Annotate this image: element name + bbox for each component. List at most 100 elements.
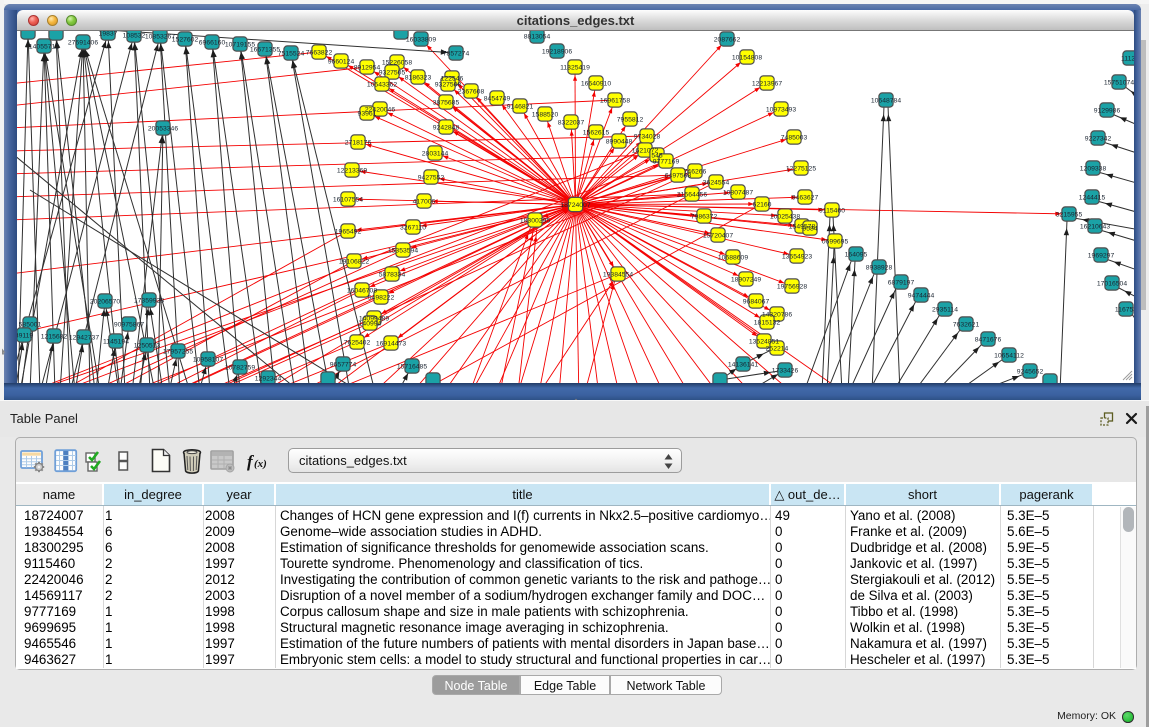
svg-text:1250513: 1250513 [134, 342, 161, 349]
svg-text:8471676: 8471676 [975, 336, 1002, 343]
svg-text:9129986: 9129986 [1094, 107, 1121, 114]
svg-text:10958107: 10958107 [193, 356, 223, 363]
svg-text:8813054: 8813054 [524, 33, 551, 40]
svg-text:39119: 39119 [17, 332, 33, 339]
svg-text:(x): (x) [254, 458, 267, 470]
svg-text:15716485: 15716485 [397, 363, 427, 370]
svg-text:2367608: 2367608 [458, 88, 485, 95]
svg-text:9327508: 9327508 [435, 81, 462, 88]
svg-text:3875685: 3875685 [433, 99, 460, 106]
svg-text:18300295: 18300295 [520, 217, 550, 224]
svg-text:417006: 417006 [413, 198, 436, 205]
svg-text:7515524: 7515524 [278, 50, 305, 57]
svg-text:1562615: 1562615 [583, 129, 610, 136]
svg-text:140994: 140994 [359, 320, 382, 327]
svg-text:746266: 746266 [684, 168, 707, 175]
svg-text:9427552: 9427552 [418, 174, 445, 181]
svg-text:3215955: 3215955 [1056, 211, 1083, 218]
svg-text:2803144: 2803144 [422, 150, 449, 157]
svg-text:5878334: 5878334 [379, 271, 406, 278]
svg-text:62160: 62160 [753, 201, 772, 208]
svg-text:16671355: 16671355 [250, 46, 280, 53]
svg-text:1815132: 1815132 [754, 319, 781, 326]
svg-text:19106822: 19106822 [339, 258, 369, 265]
svg-text:10648784: 10648784 [871, 97, 901, 104]
svg-text:20053346: 20053346 [148, 125, 178, 132]
svg-text:13654923: 13654923 [782, 253, 812, 260]
svg-text:9777169: 9777169 [653, 158, 680, 165]
svg-text:21564456: 21564456 [677, 191, 707, 198]
svg-text:9474444: 9474444 [908, 292, 935, 299]
svg-text:8912954: 8912954 [354, 64, 381, 71]
svg-text:2087662: 2087662 [714, 36, 741, 43]
svg-text:585001: 585001 [19, 321, 42, 328]
svg-text:9584: 9584 [802, 225, 817, 232]
svg-text:10973493: 10973493 [766, 106, 796, 113]
svg-text:252214: 252214 [766, 345, 789, 352]
svg-text:10688609: 10688609 [718, 254, 748, 261]
svg-text:27691406: 27691406 [68, 39, 98, 46]
svg-text:17016504: 17016504 [1097, 280, 1127, 287]
svg-text:7485003: 7485003 [781, 134, 808, 141]
svg-text:1215682: 1215682 [41, 333, 68, 340]
svg-text:20206570: 20206570 [90, 298, 120, 305]
svg-text:9115460: 9115460 [819, 207, 845, 214]
svg-text:14055712: 14055712 [29, 43, 59, 50]
svg-text:19756928: 19756928 [777, 283, 807, 290]
svg-text:12213967: 12213967 [752, 80, 782, 87]
svg-text:6879197: 6879197 [888, 279, 915, 286]
svg-text:1209338: 1209338 [1080, 165, 1107, 172]
svg-text:8454749: 8454749 [484, 95, 511, 102]
svg-text:7663822: 7663822 [306, 49, 333, 56]
svg-text:19384554: 19384554 [603, 271, 633, 278]
svg-text:19837: 19837 [99, 31, 118, 37]
svg-text:2718176: 2718176 [345, 139, 372, 146]
svg-text:1965492: 1965492 [335, 228, 362, 235]
svg-text:11325419: 11325419 [560, 64, 590, 71]
svg-text:1244415: 1244415 [1079, 194, 1106, 201]
svg-text:1588520: 1588520 [532, 111, 559, 118]
svg-text:10654112: 10654112 [994, 352, 1024, 359]
svg-text:1145194: 1145194 [103, 338, 129, 345]
svg-text:16914473: 16914473 [376, 340, 406, 347]
svg-text:108532: 108532 [123, 32, 146, 39]
svg-text:10543362: 10543362 [367, 81, 397, 88]
svg-text:93961: 93961 [358, 110, 377, 117]
svg-text:13524851: 13524851 [749, 338, 779, 345]
svg-text:9657774: 9657774 [330, 361, 357, 368]
svg-text:3624554: 3624554 [703, 179, 730, 186]
svg-text:18724007: 18724007 [560, 202, 590, 209]
svg-text:15720407: 15720407 [703, 232, 733, 239]
svg-text:1969297: 1969297 [1088, 252, 1115, 259]
svg-text:16046708: 16046708 [347, 287, 377, 294]
svg-text:16107554: 16107554 [333, 196, 363, 203]
svg-text:16033809: 16033809 [406, 36, 436, 43]
svg-text:12942737: 12942737 [69, 334, 99, 341]
svg-text:14136141: 14136141 [728, 361, 758, 368]
svg-text:16961758: 16961758 [600, 97, 630, 104]
svg-text:9146821: 9146821 [507, 103, 534, 110]
svg-text:9245652: 9245652 [1017, 368, 1044, 375]
svg-text:116753: 116753 [1115, 306, 1134, 313]
svg-text:12275125: 12275125 [786, 165, 816, 172]
svg-text:5498222: 5498222 [368, 294, 395, 301]
svg-text:19218906: 19218906 [542, 48, 572, 55]
svg-text:9660124: 9660124 [328, 58, 355, 65]
svg-text:7986372: 7986372 [691, 213, 718, 220]
svg-text:9463627: 9463627 [792, 194, 819, 201]
svg-text:7955812: 7955812 [617, 116, 644, 123]
svg-text:2935114: 2935114 [932, 306, 958, 313]
svg-text:17359928: 17359928 [134, 297, 164, 304]
svg-text:7625402: 7625402 [344, 339, 371, 346]
svg-text:8322037: 8322037 [558, 119, 585, 126]
svg-text:11123: 11123 [1121, 55, 1134, 62]
svg-text:8990448: 8990448 [606, 138, 633, 145]
svg-text:6966160: 6966160 [199, 39, 226, 46]
svg-text:9327505: 9327505 [379, 69, 406, 76]
svg-text:8186323: 8186323 [405, 74, 432, 81]
svg-text:7632621: 7632621 [953, 321, 980, 328]
svg-text:10807487: 10807487 [723, 189, 753, 196]
svg-text:9227342: 9227342 [1085, 135, 1112, 142]
svg-text:8938928: 8938928 [866, 264, 893, 271]
svg-text:1292344: 1292344 [255, 375, 282, 382]
